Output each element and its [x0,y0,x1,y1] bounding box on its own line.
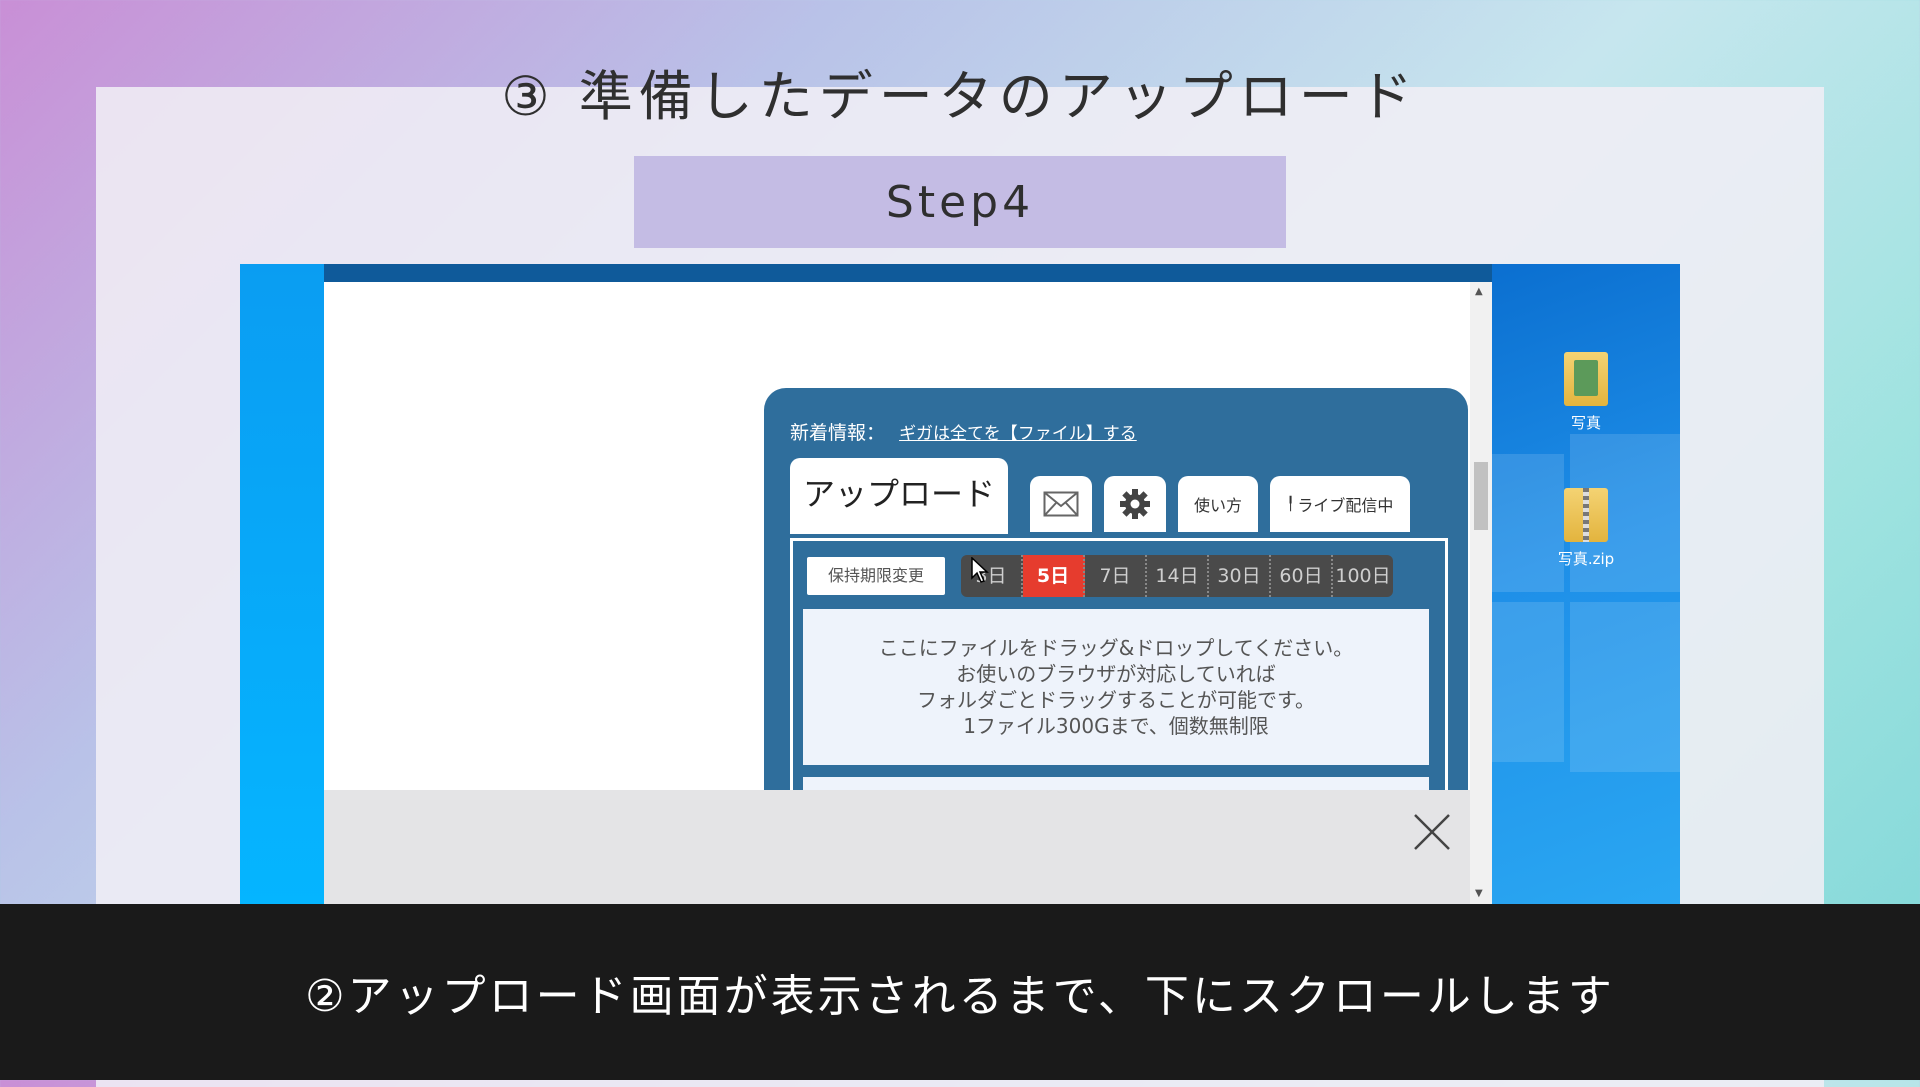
drop-text-line: ここにファイルをドラッグ&ドロップしてください。 [878,636,1354,660]
desktop-icon-label: 写真 [1570,414,1601,432]
scroll-up-arrow-icon[interactable]: ▲ [1475,286,1483,297]
tab-live[interactable]: ╿ ライブ配信中 [1270,476,1410,532]
day-option[interactable]: 60日 [1271,555,1333,597]
desktop-icon-photos-zip[interactable]: 写真.zip [1546,488,1626,569]
retention-change-button[interactable]: 保持期限変更 [807,557,945,595]
close-icon[interactable] [1412,812,1452,852]
news-link[interactable]: ギガは全てを【ファイル】する [899,424,1137,444]
day-option[interactable]: 30日 [1209,555,1271,597]
day-option[interactable]: 7日 [1085,555,1147,597]
mouse-cursor-icon [971,557,989,583]
browser-top-bar [324,264,1492,282]
mail-tab[interactable] [1030,476,1092,532]
drop-text-line: 1ファイル300Gまで、個数無制限 [963,714,1269,738]
day-option-active[interactable]: 5日 [1023,555,1085,597]
news-label: 新着情報： [790,422,886,444]
day-option[interactable]: 14日 [1147,555,1209,597]
drop-zone[interactable]: ここにファイルをドラッグ&ドロップしてください。 お使いのブラウザが対応していれ… [803,609,1429,765]
desktop-icon-photos[interactable]: 写真 [1546,352,1626,433]
vertical-scrollbar[interactable]: ▲ ▼ [1470,282,1492,904]
gear-icon [1120,489,1150,519]
screenshot-frame: 新着情報： ギガは全てを【ファイル】する アップロード 使い方 ╿ ライブ配信中… [240,264,1680,904]
tab-howto[interactable]: 使い方 [1178,476,1258,532]
windows-desktop: 写真 写真.zip [1492,264,1680,904]
caption-text: ②アップロード画面が表示されるまで、下にスクロールします [305,971,1615,1022]
caption-bar: ②アップロード画面が表示されるまで、下にスクロールします [0,904,1920,1080]
retention-day-selector: 3日 5日 7日 14日 30日 60日 100日 [961,555,1393,597]
mail-icon [1043,491,1079,517]
day-option[interactable]: 100日 [1333,555,1393,597]
antenna-icon: ╿ [1286,496,1295,512]
scroll-down-arrow-icon[interactable]: ▼ [1475,888,1483,899]
bottom-overlay-banner [324,790,1470,904]
howto-label: 使い方 [1193,496,1242,515]
live-label: ライブ配信中 [1297,496,1394,515]
desktop-icon-label: 写真.zip [1557,550,1615,568]
zip-folder-icon [1564,488,1608,542]
scroll-thumb[interactable] [1474,462,1488,530]
drop-text-line: お使いのブラウザが対応していれば [956,662,1276,686]
folder-icon [1564,352,1608,406]
upload-app-panel: 新着情報： ギガは全てを【ファイル】する アップロード 使い方 ╿ ライブ配信中… [764,388,1468,857]
page-title: ③ 準備したデータのアップロード [501,65,1419,128]
desktop-left-strip [240,264,324,904]
news-row: 新着情報： ギガは全てを【ファイル】する [790,418,1137,445]
settings-tab[interactable] [1104,476,1166,532]
browser-window: 新着情報： ギガは全てを【ファイル】する アップロード 使い方 ╿ ライブ配信中… [324,264,1492,904]
drop-text-line: フォルダごとドラッグすることが可能です。 [917,688,1315,712]
step-badge: Step4 [634,156,1286,248]
tab-upload[interactable]: アップロード [790,458,1008,534]
